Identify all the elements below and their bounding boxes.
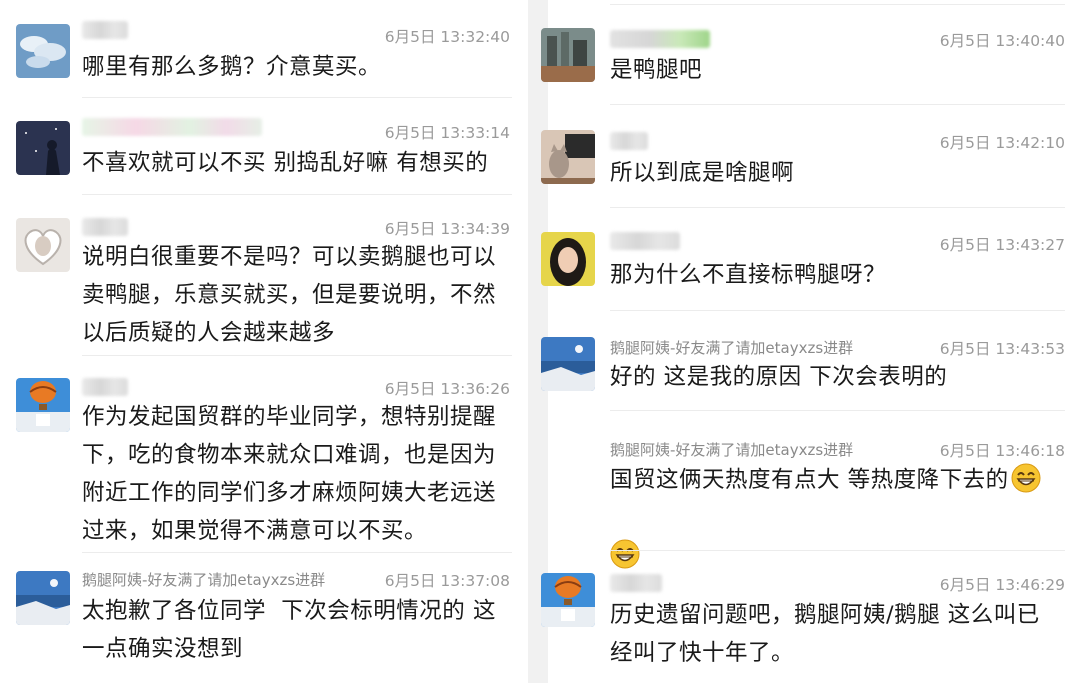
separator — [82, 194, 512, 195]
avatar[interactable] — [16, 24, 70, 78]
message-text: 国贸这俩天热度有点大 等热度降下去的 — [610, 461, 1075, 575]
sender-name: 鹅腿阿姨-好友满了请加etayxzs进群 — [610, 441, 854, 459]
hot-air-balloon-avatar-icon — [16, 378, 70, 432]
night-sky-avatar-icon — [16, 121, 70, 175]
heart-frame-avatar-icon — [16, 218, 70, 272]
city-avatar-icon — [541, 28, 595, 82]
name-redacted — [610, 232, 680, 250]
timestamp: 6月5日 13:32:40 — [384, 28, 510, 46]
separator — [610, 310, 1065, 311]
separator — [82, 355, 512, 356]
message-text: 是鸭腿吧 — [610, 57, 703, 83]
avatar[interactable] — [16, 378, 70, 432]
avatar[interactable] — [541, 28, 595, 82]
timestamp: 6月5日 13:33:14 — [384, 124, 510, 142]
message-text: 历史遗留问题吧，鹅腿阿姨/鹅腿 这么叫已 经叫了快十年了。 — [610, 602, 1040, 666]
name-redacted — [82, 218, 128, 236]
separator — [82, 97, 512, 98]
timestamp: 6月5日 13:42:10 — [939, 134, 1065, 152]
name-redacted — [82, 118, 262, 136]
timestamp: 6月5日 13:40:40 — [939, 32, 1065, 50]
separator — [610, 410, 1065, 411]
timestamp: 6月5日 13:43:53 — [939, 340, 1065, 358]
name-redacted — [610, 132, 648, 150]
name-redacted — [82, 378, 128, 396]
message-text: 那为什么不直接标鸭腿呀？ — [610, 262, 887, 288]
message-text: 说明白很重要不是吗？可以卖鹅腿也可以 卖鸭腿，乐意买就买，但是要说明，不然 以后… — [82, 244, 497, 346]
timestamp: 6月5日 13:34:39 — [384, 220, 510, 238]
avatar[interactable] — [16, 218, 70, 272]
separator — [82, 552, 512, 553]
message-text: 所以到底是啥腿啊 — [610, 160, 795, 186]
message-text: 作为发起国贸群的毕业同学，想特别提醒 下，吃的食物本来就众口难调，也是因为 附近… — [82, 404, 497, 544]
sender-name: 鹅腿阿姨-好友满了请加etayxzs进群 — [610, 339, 854, 357]
seaside-avatar-icon — [541, 337, 595, 391]
separator — [610, 207, 1065, 208]
clouds-avatar-icon — [16, 24, 70, 78]
sender-name: 鹅腿阿姨-好友满了请加etayxzs进群 — [82, 571, 326, 589]
timestamp: 6月5日 13:43:27 — [939, 236, 1065, 254]
avatar[interactable] — [541, 130, 595, 184]
message-text: 哪里有那么多鹅？介意莫买。 — [82, 54, 382, 80]
avatar[interactable] — [541, 232, 595, 286]
avatar[interactable] — [16, 121, 70, 175]
name-redacted — [82, 21, 128, 39]
grinning-face-icon — [610, 539, 640, 569]
message-text: 太抱歉了各位同学 下次会标明情况的 这 一点确实没想到 — [82, 598, 496, 662]
avatar[interactable] — [16, 571, 70, 625]
message-text: 好的 这是我的原因 下次会表明的 — [610, 364, 948, 390]
separator — [610, 550, 1065, 551]
separator — [610, 104, 1065, 105]
grinning-face-icon — [1011, 463, 1041, 493]
hot-air-balloon-avatar-icon — [541, 573, 595, 627]
separator — [610, 4, 1065, 5]
name-redacted — [610, 30, 710, 48]
portrait-avatar-icon — [541, 232, 595, 286]
message-text: 不喜欢就可以不买 别捣乱好嘛 有想买的 — [82, 150, 489, 176]
timestamp: 6月5日 13:46:29 — [939, 576, 1065, 594]
name-redacted — [610, 574, 662, 592]
timestamp: 6月5日 13:46:18 — [939, 442, 1065, 460]
cat-avatar-icon — [541, 130, 595, 184]
avatar[interactable] — [541, 573, 595, 627]
message-text-body: 国贸这俩天热度有点大 等热度降下去的 — [610, 467, 1009, 493]
timestamp: 6月5日 13:37:08 — [384, 572, 510, 590]
avatar[interactable] — [541, 337, 595, 391]
timestamp: 6月5日 13:36:26 — [384, 380, 510, 398]
seaside-avatar-icon — [16, 571, 70, 625]
